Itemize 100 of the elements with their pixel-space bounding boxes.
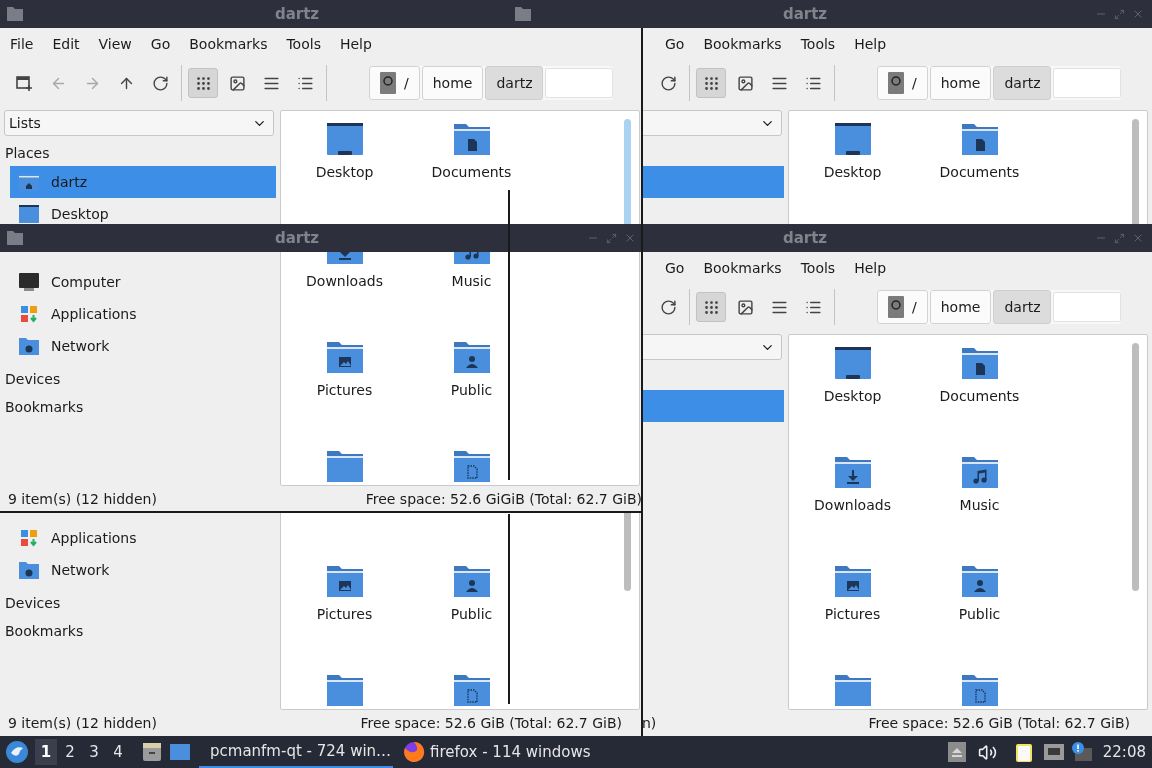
folder-item[interactable]: Pictures <box>281 329 408 438</box>
menu-item[interactable]: Help <box>339 33 372 55</box>
home-folder-icon <box>18 172 40 192</box>
menu-item[interactable]: View <box>98 33 132 55</box>
taskbar-button[interactable]: pcmanfm-qt - 724 win… <box>199 736 393 768</box>
menu-item[interactable]: Tools <box>800 33 836 55</box>
close-icon[interactable] <box>1132 232 1144 244</box>
toolbar-button[interactable] <box>696 68 726 98</box>
network-folder-icon <box>18 336 40 356</box>
folder-item[interactable]: Documents <box>916 111 1043 220</box>
folder-item[interactable]: Music <box>408 252 535 329</box>
image-icon <box>228 74 246 92</box>
menu-item[interactable]: Bookmarks <box>703 257 782 279</box>
file-cabinet-icon[interactable] <box>141 741 163 763</box>
sidebar-header: Devices <box>5 369 61 389</box>
clipboard-icon[interactable] <box>1014 741 1033 763</box>
path-button[interactable]: dartz <box>993 290 1052 324</box>
menu-item[interactable]: Go <box>150 33 171 55</box>
workspace-button[interactable]: 1 <box>35 739 57 765</box>
close-icon[interactable] <box>624 232 636 244</box>
drive-icon <box>380 72 396 94</box>
sidebar-item[interactable]: Applications <box>10 298 276 330</box>
clock: 22:08 <box>1102 741 1146 763</box>
free-space-text: Free space: 52.6 GiB (Total: 62.7 GiB) <box>868 713 1130 733</box>
menu-item[interactable]: Bookmarks <box>703 33 782 55</box>
path-button[interactable]: dartz <box>993 66 1052 100</box>
menu-item[interactable]: Edit <box>52 33 80 55</box>
folder-item[interactable]: Documents <box>408 111 535 220</box>
dropdown[interactable]: Lists <box>4 110 274 136</box>
folder-item[interactable]: Pictures <box>281 553 408 662</box>
menu-item[interactable]: Bookmarks <box>189 33 268 55</box>
sidebar-header: Devices <box>5 593 61 613</box>
menu-item[interactable]: File <box>10 33 34 55</box>
sidebar-item[interactable]: Desktop <box>10 198 276 224</box>
menu-item[interactable]: Tools <box>286 33 321 55</box>
network-folder-icon <box>18 560 40 580</box>
toolbar-button[interactable] <box>188 68 218 98</box>
path-button[interactable]: home <box>421 66 484 100</box>
sidebar-item[interactable]: Network <box>10 330 276 362</box>
path-button[interactable]: / <box>877 290 928 324</box>
path-button[interactable]: home <box>929 66 992 100</box>
folder-icon <box>6 6 24 22</box>
volume-icon[interactable] <box>977 742 997 762</box>
folder-item[interactable]: Music <box>916 444 1043 553</box>
drive-icon <box>888 72 904 94</box>
status-text: 9 item(s) (12 hidden) <box>8 714 157 731</box>
folder-item[interactable]: Desktop <box>789 335 916 444</box>
menu-item[interactable]: Go <box>665 33 685 55</box>
folder-item[interactable]: Desktop <box>789 111 916 220</box>
folder-item[interactable]: Documents <box>916 335 1043 444</box>
path-button[interactable]: / <box>369 66 420 100</box>
reload-icon <box>659 74 677 92</box>
menu-item[interactable]: Help <box>854 257 887 279</box>
path-field[interactable] <box>1053 68 1122 98</box>
free-space-text: Free space: 52.6 GiB (Total: 62.7 GiB) <box>360 713 622 733</box>
path-button[interactable]: home <box>929 290 992 324</box>
sidebar-item[interactable]: dartz <box>10 166 276 198</box>
workspace-button[interactable]: 3 <box>83 739 105 765</box>
sidebar-header: Bookmarks <box>5 397 84 417</box>
folder-item[interactable]: Public <box>408 553 535 662</box>
folder-icon <box>514 6 532 22</box>
path-button[interactable]: / <box>877 66 928 100</box>
reload-icon <box>659 298 677 316</box>
path-field[interactable] <box>545 68 614 98</box>
grid-icon <box>194 74 212 92</box>
folder-item[interactable]: Downloads <box>281 252 408 329</box>
menu-item[interactable]: Help <box>854 33 887 55</box>
folder-item[interactable]: Downloads <box>789 444 916 553</box>
folder-item[interactable]: Desktop <box>281 111 408 220</box>
scrollbar[interactable] <box>1132 343 1139 591</box>
close-icon[interactable] <box>1132 8 1144 20</box>
menu-item[interactable]: Go <box>665 257 685 279</box>
browser-icon <box>403 741 425 763</box>
sidebar-item[interactable]: Applications <box>10 522 276 554</box>
menu-item[interactable]: Tools <box>800 257 836 279</box>
applications-icon <box>18 304 40 324</box>
path-field[interactable] <box>1053 292 1122 322</box>
eject-icon[interactable] <box>947 742 966 762</box>
taskbar-button[interactable]: firefox - 114 windows <box>397 736 597 768</box>
sidebar-item[interactable]: Network <box>10 554 276 586</box>
image-icon <box>736 74 754 92</box>
alert-icon[interactable] <box>1070 742 1093 762</box>
network-icon[interactable] <box>1042 742 1065 762</box>
logo-icon[interactable] <box>5 740 29 764</box>
image-icon <box>736 298 754 316</box>
workspace-button[interactable]: 4 <box>107 739 129 765</box>
folder-item[interactable]: Public <box>916 553 1043 662</box>
workspace-button[interactable]: 2 <box>59 739 81 765</box>
desktop-folder-icon <box>18 204 40 224</box>
scrollbar[interactable] <box>624 119 631 224</box>
status-text: n) <box>642 714 657 731</box>
sidebar-item[interactable]: Computer <box>10 266 276 298</box>
folder-item[interactable]: Public <box>408 329 535 438</box>
free-space-text: Free space: 52.6 Gi <box>365 489 501 509</box>
applications-icon <box>18 528 40 548</box>
folder-item[interactable]: Pictures <box>789 553 916 662</box>
path-button[interactable]: dartz <box>485 66 544 100</box>
drive-icon <box>888 296 904 318</box>
desktop-icon[interactable] <box>169 742 191 762</box>
toolbar-button[interactable] <box>696 292 726 322</box>
